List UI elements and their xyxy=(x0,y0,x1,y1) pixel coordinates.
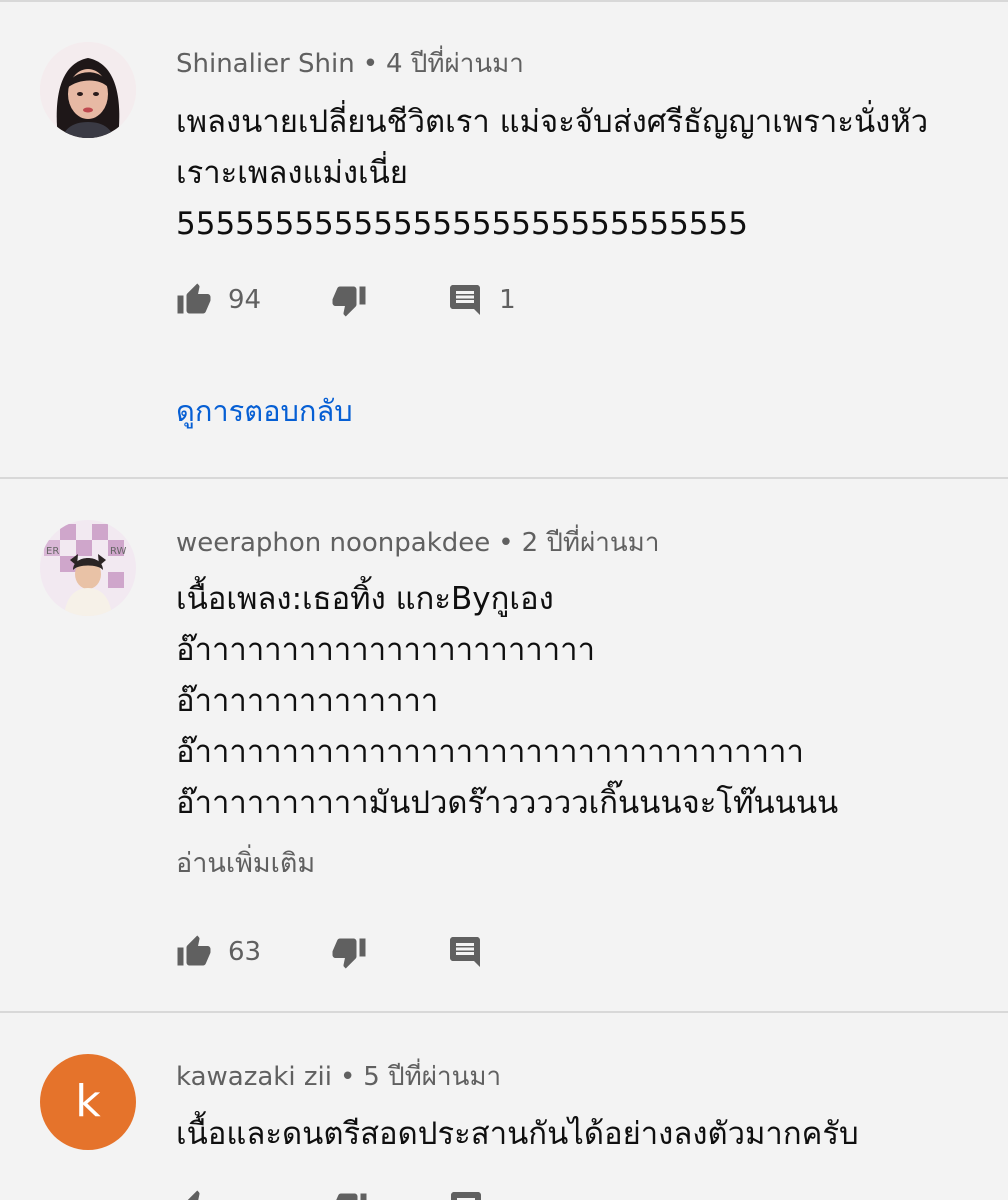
comment-icon xyxy=(450,285,481,315)
like-button[interactable]: 63 xyxy=(176,934,261,970)
like-button[interactable]: 94 xyxy=(176,282,261,318)
author-name[interactable]: kawazaki zii xyxy=(176,1062,332,1092)
comment-time: 2 ปีที่ผ่านมา xyxy=(521,528,660,558)
reply-button[interactable] xyxy=(447,934,483,970)
comment-item: k kawazaki zii • 5 ปีที่ผ่านมา เนื้อและดนต… xyxy=(0,1013,1008,1200)
avatar[interactable]: ER RW xyxy=(40,520,136,616)
comment-text: เพลงนายเปลี่ยนชีวิตเรา แม่จะจับส่งศรีธัญ… xyxy=(176,104,929,242)
like-count: 94 xyxy=(228,285,262,315)
comment-time: 4 ปีที่ผ่านมา xyxy=(386,49,524,79)
thumbs-up-icon xyxy=(187,1190,200,1200)
comment-meta: Shinalier Shin • 4 ปีที่ผ่านมา xyxy=(176,48,524,80)
comment-meta: kawazaki zii • 5 ปีที่ผ่านมา xyxy=(176,1061,501,1093)
meta-separator: • xyxy=(339,1062,356,1092)
thumbs-down-icon xyxy=(332,938,366,969)
reply-button[interactable] xyxy=(448,1189,484,1200)
comment-text: เนื้อเพลง:เธอทิ้ง แกะByกูเอง อ๊าาาาาาาาา… xyxy=(176,581,839,821)
reply-button[interactable]: 1 xyxy=(447,282,516,318)
avatar-photo xyxy=(40,42,136,138)
comment-item: Shinalier Shin • 4 ปีที่ผ่านมา เพลงนายเปลี… xyxy=(0,0,1008,478)
like-count: 63 xyxy=(228,937,262,967)
thumbs-up-icon xyxy=(177,283,211,314)
dislike-button[interactable] xyxy=(331,282,367,318)
comment-icon xyxy=(451,1192,481,1200)
author-name[interactable]: weeraphon noonpakdee xyxy=(176,528,490,558)
dislike-button[interactable] xyxy=(332,1189,368,1200)
meta-separator: • xyxy=(362,49,379,79)
avatar[interactable]: k xyxy=(40,1054,136,1150)
meta-separator: • xyxy=(498,528,514,558)
avatar-photo: ER RW xyxy=(40,520,136,616)
comment-actions: 94 1 xyxy=(176,280,516,320)
read-more-link[interactable]: อ่านเพิ่มเติม xyxy=(176,841,315,884)
comment-text: เนื้อและดนตรีสอดประสานกันได้อย่างลงตัวมา… xyxy=(176,1116,859,1152)
comment-icon xyxy=(450,937,481,967)
comment-item: ER RW weeraphon noonpakdee • 2 ปีที่ผ่านมา… xyxy=(0,479,1008,1011)
avatar[interactable] xyxy=(40,42,136,138)
comment-actions: 63 xyxy=(176,932,483,972)
comment-time: 5 ปีที่ผ่านมา xyxy=(363,1062,502,1092)
svg-text:ER: ER xyxy=(46,546,59,557)
thumbs-down-icon xyxy=(336,1193,367,1200)
author-name[interactable]: Shinalier Shin xyxy=(176,49,355,79)
svg-text:RW: RW xyxy=(110,546,127,557)
comment-meta: weeraphon noonpakdee • 2 ปีที่ผ่านมา xyxy=(176,527,659,559)
thumbs-up-icon xyxy=(177,935,211,966)
dislike-button[interactable] xyxy=(331,934,367,970)
thumbs-down-icon xyxy=(332,286,366,317)
view-replies-link[interactable]: ดูการตอบกลับ xyxy=(176,388,353,434)
comment-actions xyxy=(176,1189,484,1200)
like-button[interactable] xyxy=(176,1189,212,1200)
reply-count: 1 xyxy=(499,285,516,315)
avatar-letter: k xyxy=(75,1076,101,1127)
